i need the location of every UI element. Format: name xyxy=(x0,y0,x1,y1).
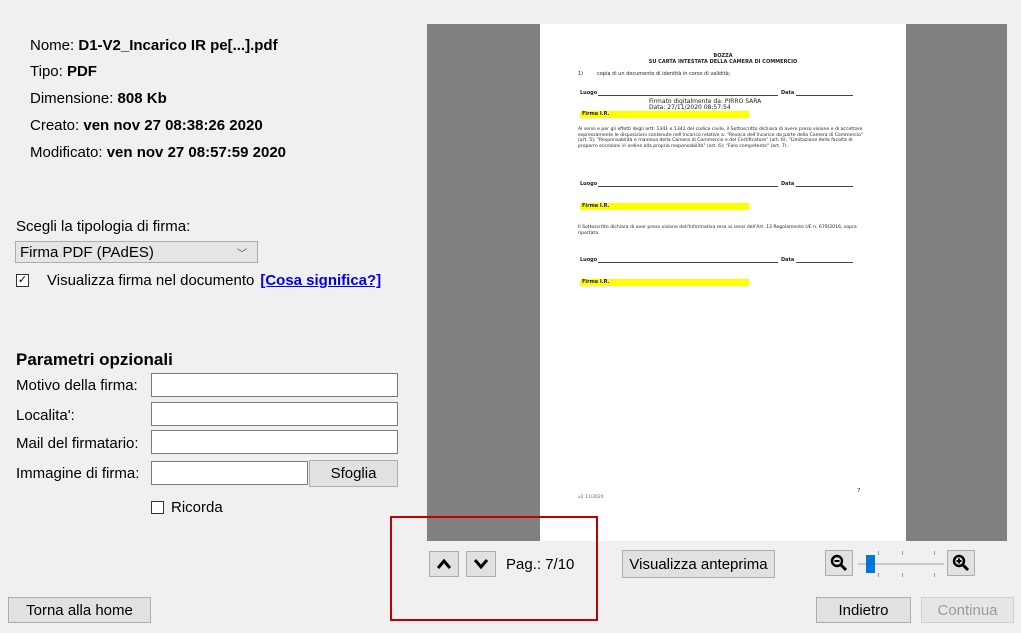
doc-heading2: SU CARTA INTESTATA DELLA CAMERA DI COMME… xyxy=(648,59,798,65)
doc-line xyxy=(598,262,778,263)
doc-data-1: Data xyxy=(781,90,795,96)
doc-data-2: Data xyxy=(781,181,795,187)
file-modified-value: ven nov 27 08:57:59 2020 xyxy=(106,144,287,161)
doc-footer-version: v2 11/2020 xyxy=(578,495,604,500)
zoom-tick xyxy=(902,551,903,555)
signature-type-select[interactable]: Firma PDF (PAdES) ﹀ xyxy=(15,241,258,263)
doc-page-number: 7 xyxy=(857,488,861,494)
email-input[interactable] xyxy=(151,430,398,454)
zoom-tick xyxy=(878,573,879,577)
zoom-slider[interactable] xyxy=(858,549,944,579)
zoom-slider-thumb[interactable] xyxy=(866,555,875,573)
location-input[interactable] xyxy=(151,402,398,426)
document-viewer[interactable]: BOZZA SU CARTA INTESTATA DELLA CAMERA DI… xyxy=(427,24,1007,541)
doc-luogo-1: Luogo xyxy=(580,90,598,96)
zoom-out-button[interactable] xyxy=(825,550,853,576)
doc-paragraph-2: Il Sottoscritto dichiara di aver preso v… xyxy=(578,225,857,236)
doc-line xyxy=(796,95,853,96)
file-created-value: ven nov 27 08:38:26 2020 xyxy=(83,117,263,134)
reason-input[interactable] xyxy=(151,373,398,397)
preview-button[interactable]: Visualizza anteprima xyxy=(622,550,775,578)
zoom-out-icon xyxy=(830,554,848,572)
file-name-info: Nome: D1-V2_Incarico IR pe[...].pdf xyxy=(30,36,278,56)
browse-button[interactable]: Sfoglia xyxy=(309,460,398,487)
optional-params-title: Parametri opzionali xyxy=(16,350,173,369)
signature-type-selected: Firma PDF (PAdES) xyxy=(20,243,154,261)
doc-line xyxy=(598,186,778,187)
remember-row: Ricorda xyxy=(151,499,223,516)
remember-checkbox[interactable] xyxy=(151,501,164,514)
file-size-info: Dimensione: 808 Kb xyxy=(30,89,167,109)
file-name-label: Nome: xyxy=(30,37,75,54)
zoom-tick xyxy=(902,573,903,577)
document-page: BOZZA SU CARTA INTESTATA DELLA CAMERA DI… xyxy=(540,24,906,541)
location-label: Localita': xyxy=(16,407,75,424)
file-modified-info: Modificato: ven nov 27 08:57:59 2020 xyxy=(30,143,286,163)
doc-firma-1: Firma I.R. xyxy=(580,111,749,118)
back-button[interactable]: Indietro xyxy=(816,597,911,623)
file-size-value: 808 Kb xyxy=(117,90,167,107)
file-type-value: PDF xyxy=(66,63,97,80)
doc-firma-3: Firma I.R. xyxy=(580,279,749,286)
file-name-value: D1-V2_Incarico IR pe[...].pdf xyxy=(78,37,278,54)
zoom-tick xyxy=(934,551,935,555)
file-modified-label: Modificato: xyxy=(30,144,103,161)
home-button[interactable]: Torna alla home xyxy=(8,597,151,623)
doc-line xyxy=(796,186,853,187)
doc-item1-text: copia di un documento di identità in cor… xyxy=(597,71,731,77)
reason-label: Motivo della firma: xyxy=(16,377,138,394)
doc-line xyxy=(796,262,853,263)
file-type-info: Tipo: PDF xyxy=(30,62,97,82)
doc-paragraph-1: Ai sensi e per gli effetti degli artt. 1… xyxy=(578,127,863,149)
signature-type-label: Scegli la tipologia di firma: xyxy=(16,218,191,235)
doc-firma-2: Firma I.R. xyxy=(580,203,749,210)
chevron-down-icon: ﹀ xyxy=(237,249,247,260)
show-signature-checkbox[interactable]: ✓ xyxy=(16,274,29,287)
doc-data-3: Data xyxy=(781,257,795,263)
help-link[interactable]: [Cosa significa?] xyxy=(260,272,381,289)
doc-item1-num: 1) xyxy=(578,71,584,77)
image-input[interactable] xyxy=(151,461,308,485)
show-signature-row: ✓ Visualizza firma nel documento [Cosa s… xyxy=(16,272,381,289)
file-size-label: Dimensione: xyxy=(30,90,114,107)
zoom-tick xyxy=(934,573,935,577)
show-signature-label: Visualizza firma nel documento xyxy=(47,272,255,289)
doc-luogo-2: Luogo xyxy=(580,181,598,187)
zoom-in-button[interactable] xyxy=(947,550,975,576)
zoom-in-icon xyxy=(952,554,970,572)
remember-label: Ricorda xyxy=(171,499,223,516)
annotation-box xyxy=(390,516,598,621)
continue-button[interactable]: Continua xyxy=(921,597,1014,623)
file-type-label: Tipo: xyxy=(30,63,63,80)
doc-luogo-3: Luogo xyxy=(580,257,598,263)
zoom-tick xyxy=(878,551,879,555)
image-label: Immagine di firma: xyxy=(16,465,140,482)
file-created-info: Creato: ven nov 27 08:38:26 2020 xyxy=(30,116,263,136)
doc-line xyxy=(598,95,778,96)
file-created-label: Creato: xyxy=(30,117,80,134)
email-label: Mail del firmatario: xyxy=(16,435,139,452)
